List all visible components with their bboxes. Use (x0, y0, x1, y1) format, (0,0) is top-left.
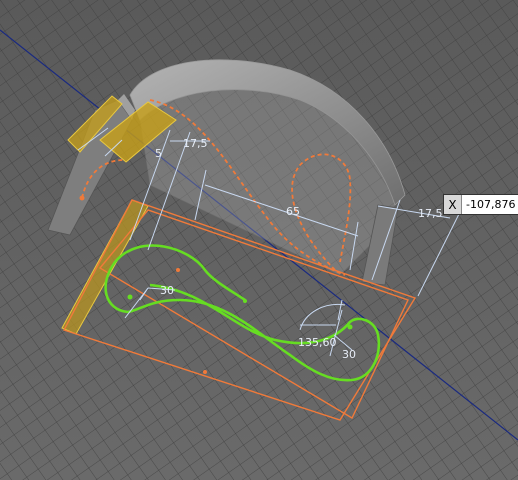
profile-center-point[interactable] (127, 294, 133, 300)
dimension-17-5-right[interactable]: 17,5 (418, 207, 443, 220)
coordinate-axis-label: X (444, 195, 462, 214)
dimension-30-left[interactable]: 30 (160, 284, 174, 297)
dimension-65[interactable]: 65 (286, 205, 300, 218)
dimension-5[interactable]: 5 (155, 147, 162, 160)
cad-viewport[interactable]: 17,5 5 65 17,5 30 135,60 30 X -107,876 n (0, 0, 518, 480)
coordinate-input-box[interactable]: X -107,876 n (444, 195, 518, 214)
sketch-point[interactable] (176, 268, 180, 272)
model-view[interactable]: 17,5 5 65 17,5 30 135,60 30 (0, 0, 518, 480)
profile-center-point[interactable] (347, 324, 353, 330)
sketch-point[interactable] (203, 370, 207, 374)
dimension-17-5-left[interactable]: 17,5 (183, 137, 208, 150)
dimension-30-right[interactable]: 30 (342, 348, 356, 361)
coordinate-value-field[interactable]: -107,876 n (462, 195, 518, 214)
sketch-point[interactable] (79, 195, 85, 201)
profile-center-point[interactable] (243, 299, 247, 303)
dimension-135[interactable]: 135,60 (298, 336, 337, 349)
